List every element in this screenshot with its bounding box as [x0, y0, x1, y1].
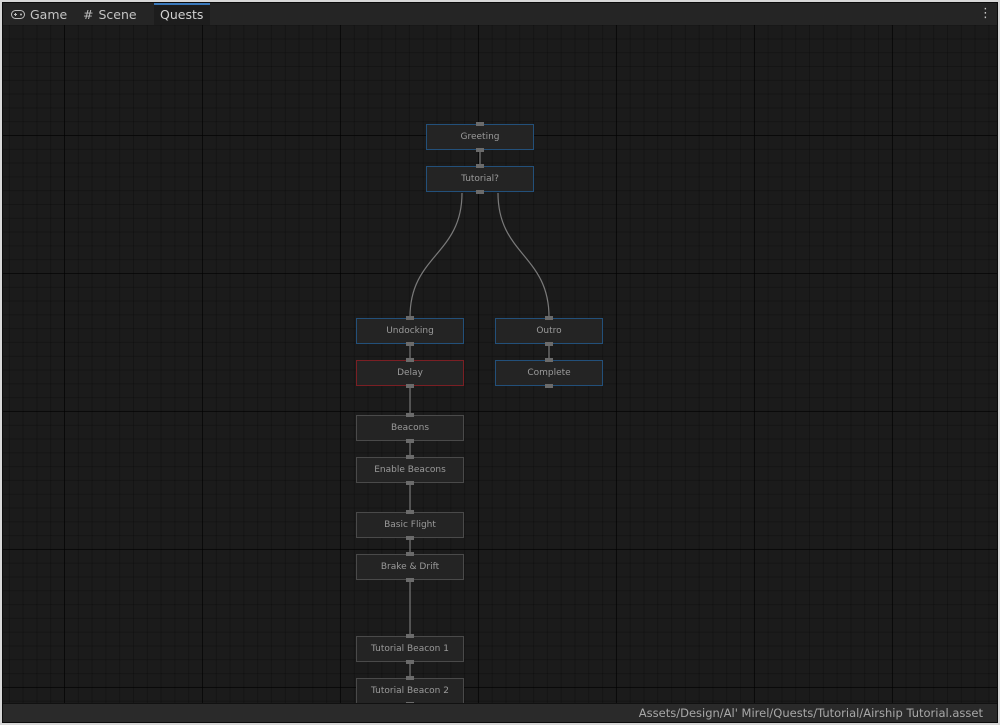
output-port[interactable]: [406, 481, 414, 485]
input-port[interactable]: [406, 510, 414, 514]
output-port[interactable]: [545, 342, 553, 346]
node-label: Complete: [527, 368, 571, 378]
input-port[interactable]: [406, 413, 414, 417]
node-label: Outro: [536, 326, 562, 336]
node-label: Tutorial Beacon 1: [371, 644, 449, 654]
node-complete[interactable]: Complete: [495, 358, 603, 388]
node-label: Undocking: [386, 326, 434, 336]
node-label: Beacons: [390, 423, 430, 433]
output-port[interactable]: [406, 384, 414, 388]
output-port[interactable]: [406, 578, 414, 582]
output-port[interactable]: [406, 536, 414, 540]
quests-editor-window: Game # Scene Quests ⋮ Greeting Tutorial? Un…: [2, 2, 998, 723]
input-port[interactable]: [406, 552, 414, 556]
input-port[interactable]: [406, 676, 414, 680]
edge-tutorial-to-undocking: [409, 192, 463, 318]
node-label: Delay: [397, 368, 423, 378]
input-port[interactable]: [406, 358, 414, 362]
grid-icon: #: [83, 7, 94, 22]
input-port[interactable]: [406, 634, 414, 638]
node-label: Basic Flight: [384, 520, 436, 530]
tab-scene-label: Scene: [98, 7, 137, 22]
tab-game[interactable]: Game: [11, 3, 67, 25]
node-undocking[interactable]: Undocking: [356, 316, 464, 346]
node-outro[interactable]: Outro: [495, 316, 603, 346]
gamepad-icon: [11, 3, 25, 27]
asset-path: Assets/Design/Al' Mirel/Quests/Tutorial/…: [638, 706, 983, 720]
tab-quests-label: Quests: [160, 7, 204, 22]
node-greeting[interactable]: Greeting: [426, 122, 534, 152]
quest-graph-canvas[interactable]: Greeting Tutorial? Undocking Outro Delay Comp…: [3, 25, 997, 706]
node-brake-drift[interactable]: Brake & Drift: [356, 552, 464, 582]
output-port[interactable]: [476, 190, 484, 194]
input-port[interactable]: [406, 455, 414, 459]
output-port[interactable]: [406, 342, 414, 346]
node-tutorial[interactable]: Tutorial?: [426, 164, 534, 194]
node-delay[interactable]: Delay: [356, 358, 464, 388]
input-port[interactable]: [476, 164, 484, 168]
output-port[interactable]: [406, 439, 414, 443]
output-port[interactable]: [476, 148, 484, 152]
node-label: Tutorial?: [461, 174, 499, 184]
input-port[interactable]: [545, 358, 553, 362]
status-bar: Assets/Design/Al' Mirel/Quests/Tutorial/…: [3, 703, 997, 722]
node-tutorial-beacon-1[interactable]: Tutorial Beacon 1: [356, 634, 464, 664]
output-port[interactable]: [406, 660, 414, 664]
tab-quests[interactable]: Quests: [154, 3, 210, 25]
node-beacons[interactable]: Beacons: [356, 413, 464, 443]
node-label: Brake & Drift: [380, 562, 440, 572]
tab-scene[interactable]: # Scene: [83, 3, 137, 25]
input-port[interactable]: [476, 122, 484, 126]
kebab-menu-icon[interactable]: ⋮: [979, 5, 992, 23]
tab-game-label: Game: [30, 7, 68, 22]
input-port[interactable]: [545, 316, 553, 320]
node-enable-beacons[interactable]: Enable Beacons: [356, 455, 464, 485]
node-label: Enable Beacons: [374, 465, 446, 475]
input-port[interactable]: [406, 316, 414, 320]
node-basic-flight[interactable]: Basic Flight: [356, 510, 464, 540]
node-tutorial-beacon-2[interactable]: Tutorial Beacon 2: [356, 676, 464, 706]
output-port[interactable]: [545, 384, 553, 388]
tab-bar: Game # Scene Quests ⋮: [3, 3, 997, 26]
node-label: Greeting: [460, 132, 500, 142]
edge-tutorial-to-outro: [497, 192, 550, 318]
node-label: Tutorial Beacon 2: [371, 686, 449, 696]
